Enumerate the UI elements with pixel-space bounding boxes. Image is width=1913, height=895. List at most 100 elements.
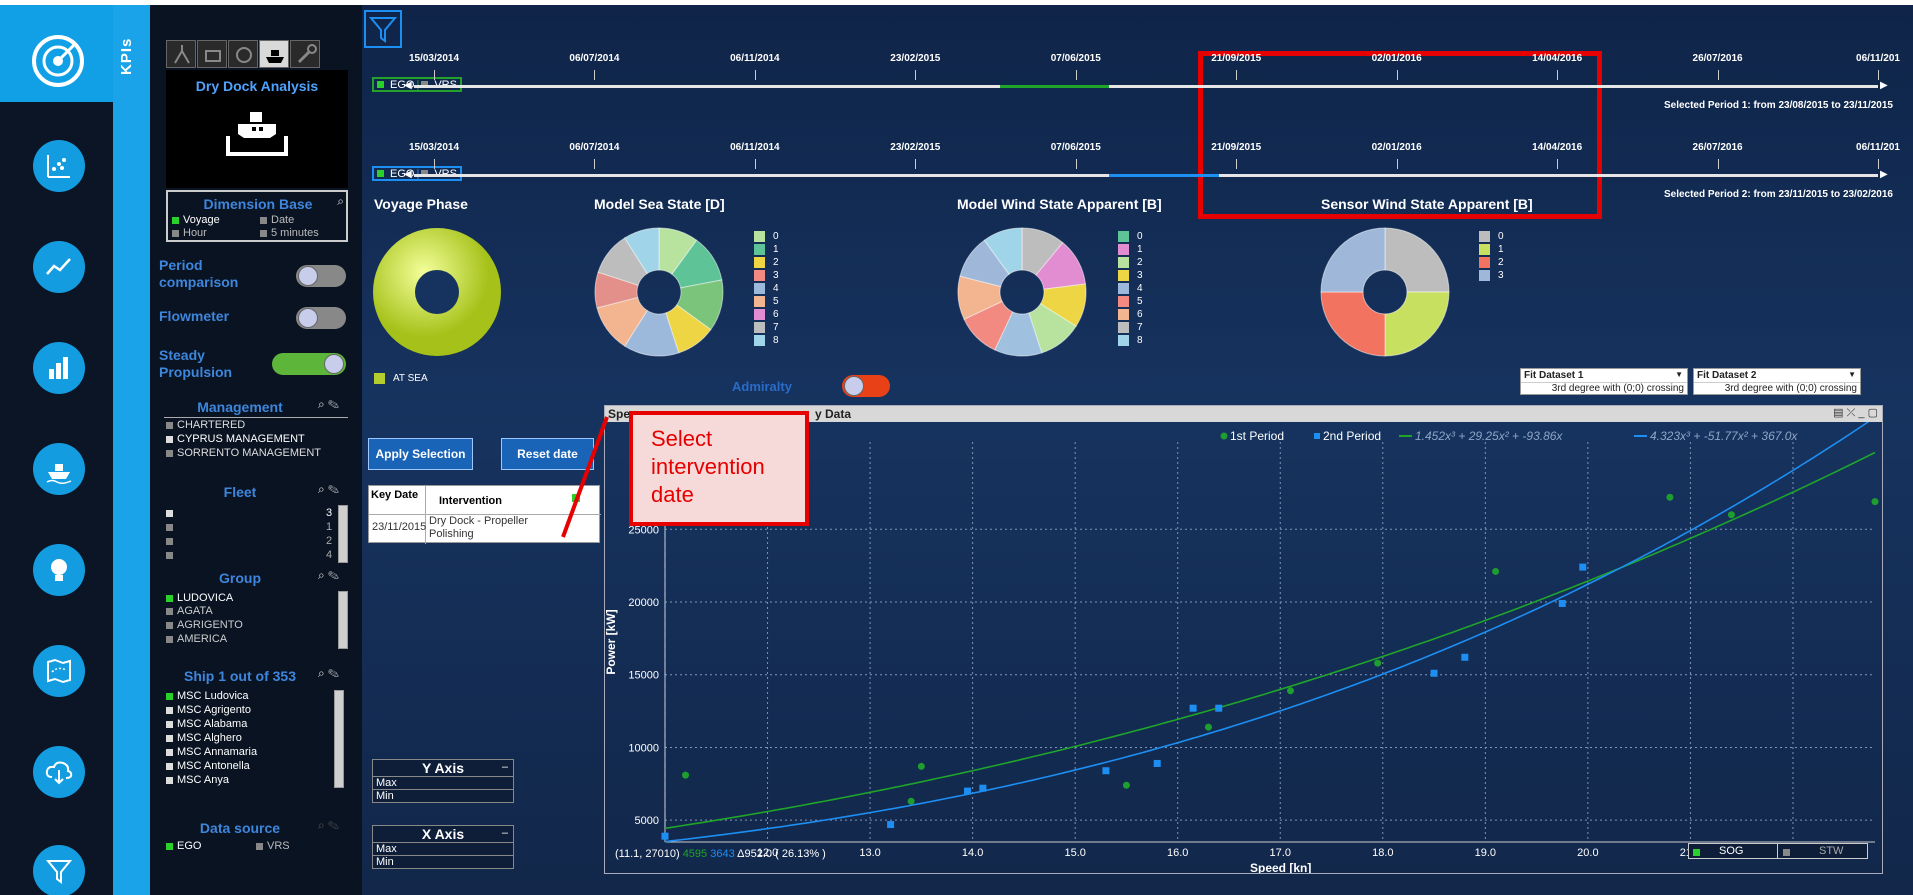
period-2-point[interactable] xyxy=(964,787,971,795)
ship-item[interactable]: MSC Antonella xyxy=(166,760,250,772)
timeline-left-arrow-icon[interactable]: ◀ xyxy=(404,169,412,180)
period-1-point[interactable] xyxy=(1727,511,1735,519)
kpi-strip[interactable]: KPIs xyxy=(113,5,160,895)
voyage-phase-donut[interactable] xyxy=(372,227,502,357)
logo[interactable] xyxy=(0,5,113,102)
ship-item[interactable]: MSC Annamaria xyxy=(166,746,257,758)
key-date-cell[interactable]: 23/11/2015 xyxy=(372,521,426,533)
cloud-download-icon[interactable] xyxy=(33,746,85,798)
wind-model-donut[interactable] xyxy=(957,227,1087,357)
fit-dataset-2[interactable]: Fit Dataset 2 3rd degree with (0;0) cros… xyxy=(1693,368,1861,395)
fleet-item[interactable] xyxy=(166,549,177,561)
search-icon[interactable]: ⌕ ✎ xyxy=(318,818,339,833)
stw-option[interactable] xyxy=(1783,846,1794,858)
group-item[interactable]: LUDOVICA xyxy=(166,592,233,604)
filter-button[interactable] xyxy=(364,10,402,48)
period-2-point[interactable] xyxy=(1102,767,1110,775)
ship-item[interactable]: MSC Agrigento xyxy=(166,704,251,716)
sog-option[interactable] xyxy=(1693,846,1704,858)
x-axis-box[interactable]: X Axis Max Min – xyxy=(372,825,514,869)
y-axis-max[interactable]: Max xyxy=(373,777,513,790)
group-item[interactable]: AGRIGENTO xyxy=(166,619,243,631)
management-item[interactable]: CYPRUS MANAGEMENT xyxy=(166,433,305,445)
group-item[interactable]: AGATA xyxy=(166,605,213,617)
search-icon[interactable]: ⌕ xyxy=(337,194,344,209)
lightbulb-icon[interactable] xyxy=(33,544,85,596)
data-source-ego[interactable]: EGO xyxy=(166,840,201,852)
option-5-minutes[interactable]: 5 minutes xyxy=(260,227,319,239)
period-2-point[interactable] xyxy=(1579,563,1587,571)
y-axis-box[interactable]: Y Axis Max Min – xyxy=(372,759,514,803)
wind-sensor-donut[interactable] xyxy=(1320,227,1450,357)
ship-icon[interactable] xyxy=(33,443,85,495)
steady-propulsion-toggle[interactable] xyxy=(272,353,346,375)
group-item[interactable]: AMERICA xyxy=(166,633,227,645)
intervention-cell[interactable]: Dry Dock - Propeller Polishing xyxy=(429,515,549,541)
ship-scrollbar[interactable] xyxy=(334,690,344,788)
period-1-point[interactable] xyxy=(1871,498,1879,506)
timeline-track-1[interactable] xyxy=(414,85,1878,88)
wind-sensor-slice[interactable] xyxy=(1320,227,1386,293)
x-axis-max[interactable]: Max xyxy=(373,843,513,856)
tab-wrench[interactable] xyxy=(290,40,320,68)
period-comparison-toggle[interactable] xyxy=(296,265,346,287)
bar-chart-icon[interactable] xyxy=(33,342,85,394)
period-2-point[interactable] xyxy=(1189,704,1197,712)
tab-propeller[interactable] xyxy=(166,40,196,68)
ship-item[interactable]: MSC Alghero xyxy=(166,732,242,744)
ship-item[interactable]: MSC Alabama xyxy=(166,718,247,730)
filter-icon[interactable] xyxy=(33,845,85,895)
timeline-right-arrow-icon[interactable]: ▶ xyxy=(1880,169,1888,180)
option-voyage[interactable]: Voyage xyxy=(172,214,220,226)
ship-item[interactable]: MSC Ludovica xyxy=(166,690,249,702)
window-controls[interactable]: ▤ ⤫ _ ▢ xyxy=(1833,406,1878,420)
key-date-header[interactable]: Key Date xyxy=(371,489,421,501)
fleet-item[interactable] xyxy=(166,521,177,533)
option-hour[interactable]: Hour xyxy=(172,227,207,239)
sea-state-donut[interactable] xyxy=(594,227,724,357)
y-axis-min[interactable]: Min xyxy=(373,790,513,802)
tab-engine[interactable] xyxy=(197,40,227,68)
search-icon[interactable]: ⌕ ✎ xyxy=(318,666,339,681)
line-chart-icon[interactable] xyxy=(33,241,85,293)
map-icon[interactable] xyxy=(33,645,85,697)
group-scrollbar[interactable] xyxy=(338,591,348,649)
period-2-point[interactable] xyxy=(661,832,669,840)
fleet-item[interactable] xyxy=(166,535,177,547)
timeline-right-arrow-icon[interactable]: ▶ xyxy=(1880,80,1888,91)
period-1-point[interactable] xyxy=(907,797,915,805)
sog-stw-selector[interactable]: SOG STW xyxy=(1688,843,1868,859)
flowmeter-toggle[interactable] xyxy=(296,307,346,329)
tab-dry-dock[interactable] xyxy=(259,40,289,68)
intervention-header[interactable]: Intervention xyxy=(439,495,502,507)
period-1-point[interactable] xyxy=(1666,493,1674,501)
timeline-selected-segment-1[interactable] xyxy=(999,85,1110,88)
fleet-item[interactable] xyxy=(166,507,177,519)
period-1-point[interactable] xyxy=(1204,723,1212,731)
period-2-point[interactable] xyxy=(1461,653,1469,661)
timeline-left-arrow-icon[interactable]: ◀ xyxy=(404,80,412,91)
period-2-point[interactable] xyxy=(1430,669,1438,677)
search-icon[interactable]: ⌕ ✎ xyxy=(318,482,339,497)
wind-sensor-slice[interactable] xyxy=(1384,227,1450,293)
period-2-point[interactable] xyxy=(1153,759,1161,767)
minimize-icon[interactable]: – xyxy=(502,827,508,839)
period-2-point[interactable] xyxy=(887,821,895,829)
period-1-point[interactable] xyxy=(917,762,925,770)
scatter-chart-icon[interactable] xyxy=(33,140,85,192)
option-date[interactable]: Date xyxy=(260,214,294,226)
tab-gauge[interactable] xyxy=(228,40,258,68)
admiralty-toggle[interactable] xyxy=(842,375,890,397)
period-1-point[interactable] xyxy=(1492,567,1500,575)
management-item[interactable]: SORRENTO MANAGEMENT xyxy=(166,447,321,459)
minimize-icon[interactable]: – xyxy=(502,761,508,773)
apply-selection-button[interactable]: Apply Selection xyxy=(368,438,473,470)
timeline-selected-segment-2[interactable] xyxy=(1109,174,1220,177)
wind-sensor-slice[interactable] xyxy=(1384,291,1450,357)
period-1-point[interactable] xyxy=(1374,659,1382,667)
data-source-vrs[interactable]: VRS xyxy=(256,840,290,852)
period-2-point[interactable] xyxy=(1558,599,1566,607)
period-2-point[interactable] xyxy=(1215,704,1223,712)
fit-dataset-1[interactable]: Fit Dataset 1 3rd degree with (0;0) cros… xyxy=(1520,368,1688,395)
ship-item[interactable]: MSC Anya xyxy=(166,774,229,786)
